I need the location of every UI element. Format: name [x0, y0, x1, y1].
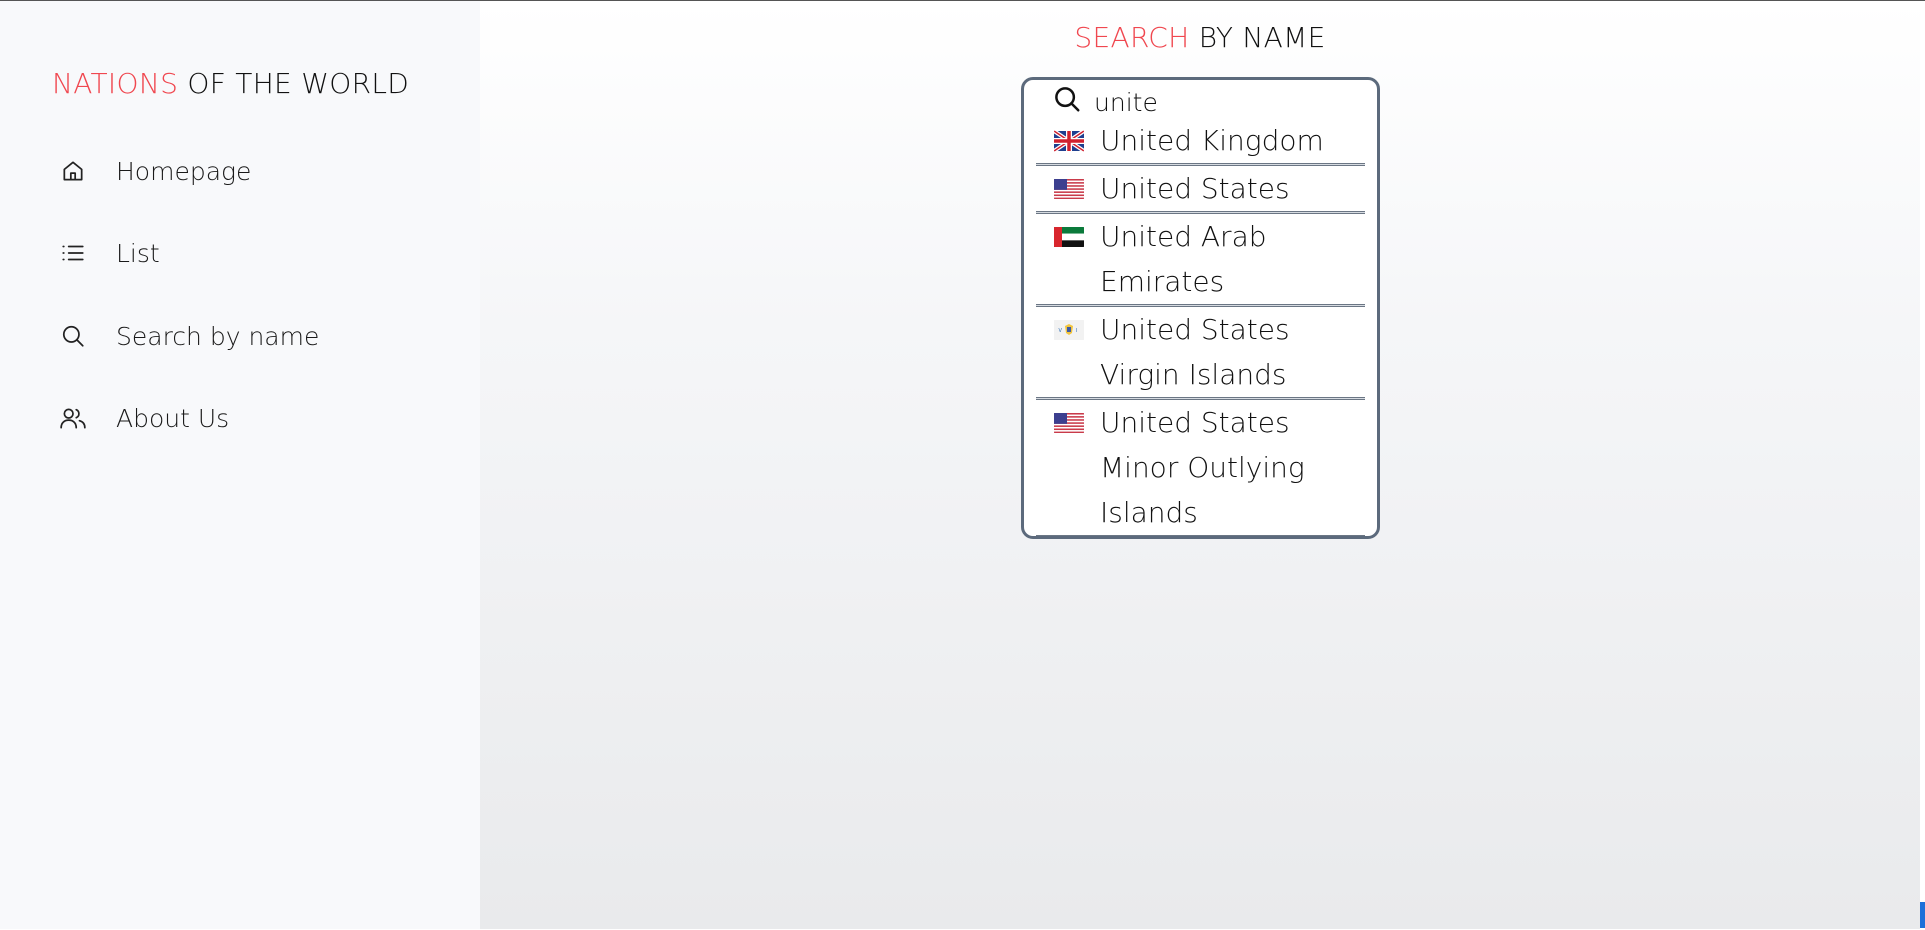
search-panel: United Kingdom — [1021, 77, 1380, 539]
sidebar: NATIONS OF THE WORLD Homepage List Searc… — [0, 1, 480, 929]
search-input[interactable] — [1094, 86, 1354, 118]
svg-text:V: V — [1059, 328, 1063, 334]
sidebar-item-homepage[interactable]: Homepage — [58, 151, 418, 191]
sidebar-item-list[interactable]: List — [58, 233, 418, 273]
main-content: SEARCH BY NAME unite United Kingdom Unit… — [480, 1, 1920, 929]
result-name: United States Virgin Islands — [1100, 313, 1290, 391]
sidebar-item-label: List — [116, 238, 160, 268]
scrollbar-thumb[interactable] — [1920, 902, 1925, 928]
home-icon — [58, 156, 88, 186]
brand-accent: NATIONS — [52, 67, 179, 100]
sidebar-item-label: Search by name — [116, 321, 320, 351]
result-name: United Kingdom — [1100, 124, 1324, 157]
result-item-united-arab-emirates[interactable]: United Arab Emirates — [1024, 214, 1377, 307]
um-flag-icon — [1054, 412, 1084, 434]
gb-flag-icon — [1054, 130, 1084, 152]
sidebar-item-label: About Us — [116, 403, 230, 433]
users-icon — [58, 403, 88, 433]
search-icon — [58, 321, 88, 351]
sidebar-item-about-us[interactable]: About Us — [58, 398, 418, 438]
result-item-united-states-minor-outlying-islands[interactable]: United States Minor Outlying Islands — [1024, 400, 1377, 536]
brand-rest: OF THE WORLD — [187, 67, 410, 100]
us-flag-icon — [1054, 178, 1084, 200]
svg-text:I: I — [1076, 328, 1077, 334]
result-item-united-states[interactable]: United States — [1024, 166, 1377, 214]
search-icon — [1052, 84, 1082, 114]
search-row — [1024, 80, 1377, 122]
result-name: United States — [1100, 172, 1290, 205]
search-results-list: United Kingdom United States United Arab… — [1024, 118, 1377, 536]
app-window: NATIONS OF THE WORLD Homepage List Searc… — [0, 0, 1925, 930]
page-title-rest: BY NAME — [1198, 21, 1326, 54]
result-name: United Arab Emirates — [1100, 220, 1267, 298]
result-item-united-states-virgin-islands[interactable]: V I United States Virgin Islands — [1024, 307, 1377, 400]
page-title: SEARCH BY NAME — [480, 21, 1920, 54]
result-name: United States Minor Outlying Islands — [1100, 406, 1305, 529]
list-icon — [58, 238, 88, 268]
ae-flag-icon — [1054, 226, 1084, 248]
vi-flag-icon: V I — [1054, 319, 1084, 341]
page-title-accent: SEARCH — [1074, 21, 1190, 54]
sidebar-item-label: Homepage — [116, 156, 252, 186]
result-item-united-kingdom[interactable]: United Kingdom — [1024, 118, 1377, 166]
result-divider — [1036, 535, 1365, 536]
brand-title[interactable]: NATIONS OF THE WORLD — [52, 67, 409, 100]
sidebar-item-search-by-name[interactable]: Search by name — [58, 316, 418, 356]
